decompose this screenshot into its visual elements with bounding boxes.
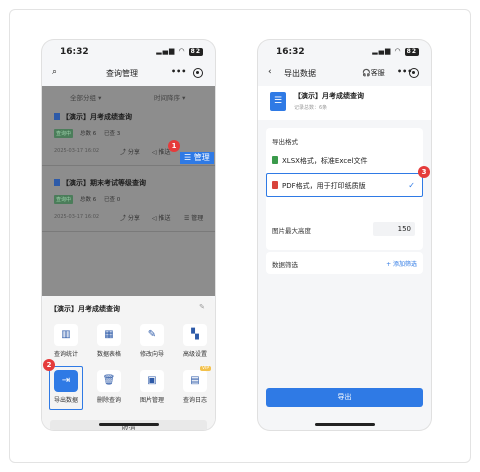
filter-section: 数据筛选 + 添加筛选 <box>266 252 423 274</box>
grid-item-label: 删除查询 <box>96 397 121 404</box>
grid-item-label: 修改向导 <box>139 351 164 358</box>
status-badge: 查询中 <box>54 129 74 138</box>
status-bar: 16:32 ▂▄▆ ◠ 82 <box>42 40 215 62</box>
card-title: 【演示】月考成绩查询 <box>54 112 132 122</box>
image-height-label: 图片最大高度 <box>272 227 311 235</box>
excel-file-icon <box>272 156 278 164</box>
signal-icon: ▂▄▆ <box>156 47 176 55</box>
book-icon <box>54 113 60 120</box>
query-title: 【演示】月考成绩查询 <box>294 92 364 100</box>
image-height-input[interactable]: 150 <box>373 222 415 236</box>
manage-button[interactable]: ☰ 管理 <box>184 213 203 222</box>
card-date: 2025-03-17 16:02 <box>54 148 100 154</box>
battery-icon: 82 <box>404 48 419 56</box>
query-list-dimmed: 全部分组 ▾ 时间降序 ▾ 【演示】月考成绩查询 查询中 总数 6 已查 3 2… <box>42 86 215 296</box>
status-time: 16:32 <box>276 47 305 57</box>
nav-bar: ⌕ 查询管理 ••• <box>42 62 215 86</box>
wifi-icon: ◠ <box>394 47 402 55</box>
edit-icon[interactable]: ✎ <box>199 303 205 311</box>
page-title: 导出数据 <box>284 69 316 78</box>
record-count: 记录总数：6条 <box>294 105 328 111</box>
step-1-marker: 1 <box>168 140 180 152</box>
grid-item-label: 数据表格 <box>96 351 121 358</box>
filter-bar: 全部分组 ▾ 时间降序 ▾ <box>42 86 215 106</box>
wifi-icon: ◠ <box>178 47 186 55</box>
card-title: 【演示】期末考试等级查询 <box>54 178 146 188</box>
customer-service-button[interactable]: 🎧客服 <box>362 68 385 78</box>
left-phone: 16:32 ▂▄▆ ◠ 82 ⌕ 查询管理 ••• 全部分组 ▾ 时间降序 ▾ … <box>42 40 215 430</box>
query-card[interactable]: 【演示】期末考试等级查询 查询中 总数 6 已查 0 2025-03-17 16… <box>42 172 215 232</box>
grid-item-edit-wizard[interactable]: ✎ 修改向导 <box>133 324 171 360</box>
page-title: 查询管理 <box>106 69 138 78</box>
settings-grid-icon: ▚ <box>183 324 207 346</box>
query-header: ☰ 【演示】月考成绩查询 记录总数：6条 <box>258 86 431 120</box>
card-queried: 已查 3 <box>104 131 121 137</box>
status-badge: 查询中 <box>54 195 74 204</box>
card-queried: 已查 0 <box>104 197 121 203</box>
push-button[interactable]: ◁ 推送 <box>152 213 171 222</box>
more-icon[interactable]: ••• <box>171 67 186 76</box>
table-icon: ▦ <box>97 324 121 346</box>
signal-icon: ▂▄▆ <box>372 47 392 55</box>
mini-program-capsule[interactable]: ••• <box>393 66 423 81</box>
section-title: 数据筛选 <box>272 261 298 269</box>
card-date: 2025-03-17 16:02 <box>54 214 100 220</box>
add-filter-button[interactable]: + 添加筛选 <box>386 259 417 268</box>
grid-item-images[interactable]: ▣ 图片管理 <box>133 370 171 406</box>
group-filter[interactable]: 全部分组 ▾ <box>70 92 101 102</box>
grid-item-logs[interactable]: ▤ VIP 查询日志 <box>176 366 214 406</box>
document-icon: ☰ <box>270 92 286 111</box>
mini-program-capsule[interactable]: ••• <box>167 66 207 81</box>
share-icon: ⤴ <box>120 149 128 156</box>
step-2-marker: 2 <box>43 359 55 371</box>
share-button[interactable]: ⤴ 分享 <box>120 147 140 156</box>
status-bar: 16:32 ▂▄▆ ◠ 82 <box>258 40 431 62</box>
sort-filter[interactable]: 时间降序 ▾ <box>154 92 185 102</box>
grid-item-advanced[interactable]: ▚ 高级设置 <box>176 324 214 360</box>
card-total: 总数 6 <box>80 131 97 137</box>
vip-badge: VIP <box>200 366 212 371</box>
export-button[interactable]: 导出 <box>266 388 423 407</box>
step-3-marker: 3 <box>418 166 430 178</box>
home-indicator <box>314 423 375 426</box>
grid-item-label: 查询统计 <box>53 351 78 358</box>
format-option-xlsx[interactable]: XLSX格式，标准Excel文件 <box>272 156 367 166</box>
trash-icon: 🗑 <box>97 370 121 392</box>
edit-icon: ✎ <box>140 324 164 346</box>
right-phone: 16:32 ▂▄▆ ◠ 82 ‹ 导出数据 🎧客服 ••• ☰ 【演示】月考成绩… <box>258 40 431 430</box>
share-button[interactable]: ⤴ 分享 <box>120 213 140 222</box>
format-section: 导出格式 XLSX格式，标准Excel文件 PDF格式，用于打印纸质版 ✓ 3 … <box>266 128 430 250</box>
grid-item-label: 高级设置 <box>182 351 207 358</box>
book-icon <box>54 179 60 186</box>
back-chevron-icon[interactable]: ‹ <box>268 67 272 77</box>
share-icon: ⤴ <box>120 215 128 222</box>
grid-item-table[interactable]: ▦ 数据表格 <box>90 324 128 360</box>
status-icons: ▂▄▆ ◠ 82 <box>156 47 203 56</box>
status-time: 16:32 <box>60 47 89 57</box>
card-title-text: 【演示】月考成绩查询 <box>62 113 132 121</box>
close-target-icon[interactable] <box>193 68 203 78</box>
pdf-option-highlight <box>266 173 423 197</box>
grid-item-label: 图片管理 <box>139 397 164 404</box>
nav-bar: ‹ 导出数据 🎧客服 ••• <box>258 62 431 86</box>
manage-button-highlight[interactable]: ☰ 管理 <box>180 152 214 164</box>
card-title-text: 【演示】期末考试等级查询 <box>62 179 146 187</box>
home-indicator <box>98 423 159 426</box>
grid-item-label: 查询日志 <box>182 397 207 404</box>
log-icon: ▤ <box>183 370 207 392</box>
grid-item-delete[interactable]: 🗑 删除查询 <box>90 370 128 406</box>
action-sheet: 【演示】月考成绩查询 ✎ ▥ 查询统计 ▦ 数据表格 ✎ 修改向导 ▚ 高级设置… <box>42 296 215 430</box>
export-highlight <box>49 366 83 410</box>
sheet-title: 【演示】月考成绩查询 <box>50 305 120 313</box>
headset-icon: 🎧 <box>362 69 371 77</box>
battery-icon: 82 <box>188 48 203 56</box>
bar-chart-icon: ▥ <box>54 324 78 346</box>
search-icon[interactable]: ⌕ <box>52 67 57 77</box>
image-icon: ▣ <box>140 370 164 392</box>
grid-item-stats[interactable]: ▥ 查询统计 <box>47 324 85 360</box>
section-title: 导出格式 <box>272 138 298 146</box>
close-target-icon[interactable] <box>409 68 419 78</box>
status-icons: ▂▄▆ ◠ 82 <box>372 47 419 56</box>
card-total: 总数 6 <box>80 197 97 203</box>
